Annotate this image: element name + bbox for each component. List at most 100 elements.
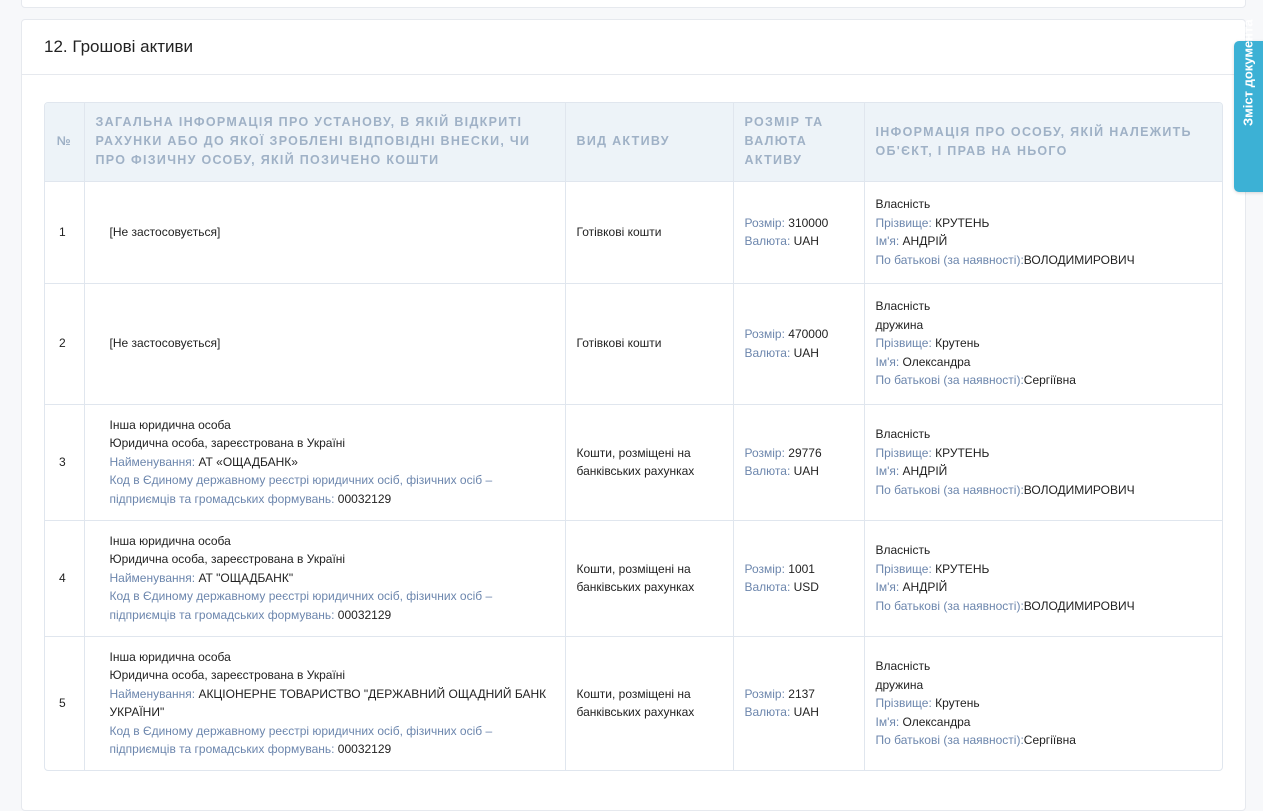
previous-section-card <box>21 0 1246 8</box>
amount-cell: Розмір: 1001 Валюта: USD <box>733 520 865 637</box>
table-row: 1 [Не застосовується] Готівкові кошти Ро… <box>45 181 1222 284</box>
surname-value: КРУТЕНЬ <box>935 561 990 576</box>
size-label: Розмір: <box>744 686 789 701</box>
first-name-label: Ім'я: <box>875 714 903 729</box>
currency-line: Валюта: UAH <box>745 344 853 363</box>
first-name-value: АНДРІЙ <box>902 580 948 594</box>
table-header-row: № Загальна інформація про установу, в як… <box>45 103 1222 182</box>
currency-label: Валюта: <box>744 345 794 360</box>
amount-cell: Розмір: 29776 Валюта: UAH <box>733 404 865 521</box>
size-value: 310000 <box>788 215 829 230</box>
amount-cell: Розмір: 2137 Валюта: UAH <box>733 636 865 770</box>
size-label: Розмір: <box>744 561 789 576</box>
asset-type-cell: Кошти, розміщені на банківських рахунках <box>565 636 734 770</box>
currency-label: Валюта: <box>744 705 794 720</box>
table-row: 4 Інша юридична особа Юридична особа, за… <box>45 520 1222 637</box>
column-header-num: № <box>45 103 85 182</box>
surname-label: Прізвище: <box>875 215 936 230</box>
org-code-label: Код в Єдиному державному реєстрі юридичн… <box>109 589 493 622</box>
size-label: Розмір: <box>744 327 789 341</box>
surname-label: Прізвище: <box>875 696 936 710</box>
org-code-line: Код в Єдиному державному реєстрі юридичн… <box>110 471 554 508</box>
document-contents-tab-label: Зміст документа <box>1240 19 1256 126</box>
size-value: 29776 <box>788 445 822 460</box>
size-value: 470000 <box>788 327 829 341</box>
currency-label: Валюта: <box>744 464 794 478</box>
column-header-asset-type: Вид активу <box>565 103 734 182</box>
size-line: Розмір: 470000 <box>745 325 853 344</box>
first-name-line: Ім'я: Олександра <box>876 353 1212 372</box>
relation: дружина <box>875 677 924 692</box>
amount-cell: Розмір: 470000 Валюта: UAH <box>733 283 865 405</box>
asset-type-cell: Кошти, розміщені на банківських рахунках <box>565 404 734 521</box>
currency-value: UAH <box>793 234 819 248</box>
row-number: 2 <box>45 283 85 405</box>
table-row: 3 Інша юридична особа Юридична особа, за… <box>45 404 1222 521</box>
asset-type-cell: Готівкові кошти <box>565 181 734 284</box>
org-type: Інша юридична особа <box>109 649 231 664</box>
org-code-value: 00032129 <box>337 742 392 757</box>
ownership-type: Власність <box>875 543 931 557</box>
currency-value: USD <box>793 580 819 594</box>
surname-line: Прізвище: КРУТЕНЬ <box>876 214 1212 233</box>
currency-value: UAH <box>793 464 819 478</box>
patronymic-line: По батькові (за наявності):ВОЛОДИМИРОВИЧ <box>876 251 1212 270</box>
owner-cell: Власність Прізвище: КРУТЕНЬ Ім'я: АНДРІЙ… <box>864 181 1222 284</box>
surname-label: Прізвище: <box>875 561 936 576</box>
institution-cell: Інша юридична особа Юридична особа, заре… <box>84 520 566 637</box>
patronymic-value: ВОЛОДИМИРОВИЧ <box>1023 252 1135 267</box>
org-code-value: 00032129 <box>337 607 392 622</box>
first-name-value: АНДРІЙ <box>902 464 948 478</box>
first-name-value: Олександра <box>902 354 971 369</box>
org-name-line: Найменування: АТ "ОЩАДБАНК" <box>110 569 554 588</box>
org-registration: Юридична особа, зареєстрована в Україні <box>109 436 346 451</box>
row-number: 5 <box>45 636 85 770</box>
currency-label: Валюта: <box>744 234 794 248</box>
patronymic-label: По батькові (за наявності): <box>875 373 1024 388</box>
org-code-label: Код в Єдиному державному реєстрі юридичн… <box>109 723 493 757</box>
org-name-label: Найменування: <box>109 570 199 585</box>
surname-line: Прізвище: Крутень <box>876 334 1212 353</box>
first-name-label: Ім'я: <box>875 354 903 369</box>
first-name-value: Олександра <box>902 714 971 729</box>
section-monetary-assets: 12. Грошові активи № Загальна інформація… <box>21 19 1246 811</box>
column-header-owner: Інформація про особу, якій належить об'є… <box>864 103 1222 182</box>
owner-cell: Власність Прізвище: КРУТЕНЬ Ім'я: АНДРІЙ… <box>864 404 1222 521</box>
institution-cell: Інша юридична особа Юридична особа, заре… <box>84 404 566 521</box>
column-header-institution: Загальна інформація про установу, в якій… <box>84 103 566 182</box>
size-value: 2137 <box>788 686 815 701</box>
document-contents-tab[interactable]: Зміст документа <box>1234 19 1263 192</box>
first-name-line: Ім'я: АНДРІЙ <box>876 232 1212 251</box>
owner-cell: Власність Прізвище: КРУТЕНЬ Ім'я: АНДРІЙ… <box>864 520 1222 637</box>
surname-line: Прізвище: Крутень <box>876 694 1212 713</box>
institution-cell: [Не застосовується] <box>84 283 566 405</box>
patronymic-label: По батькові (за наявності): <box>875 598 1024 613</box>
patronymic-line: По батькові (за наявності):Сергіївна <box>876 371 1212 390</box>
currency-value: UAH <box>793 345 819 360</box>
size-label: Розмір: <box>744 215 789 230</box>
first-name-label: Ім'я: <box>875 580 903 594</box>
ownership-type: Власність <box>875 659 931 673</box>
patronymic-line: По батькові (за наявності):ВОЛОДИМИРОВИЧ <box>876 597 1212 616</box>
size-line: Розмір: 29776 <box>745 444 853 463</box>
ownership-type: Власність <box>875 299 931 314</box>
institution-text: [Не застосовується] <box>109 224 221 239</box>
size-line: Розмір: 2137 <box>745 685 853 704</box>
patronymic-value: ВОЛОДИМИРОВИЧ <box>1023 482 1135 497</box>
currency-value: UAH <box>793 705 819 720</box>
first-name-line: Ім'я: Олександра <box>876 713 1212 732</box>
org-type: Інша юридична особа <box>109 417 231 432</box>
surname-value: Крутень <box>935 336 980 351</box>
size-label: Розмір: <box>744 445 789 460</box>
size-line: Розмір: 310000 <box>745 214 853 233</box>
first-name-label: Ім'я: <box>875 464 903 478</box>
institution-cell: [Не застосовується] <box>84 181 566 284</box>
first-name-line: Ім'я: АНДРІЙ <box>876 578 1212 597</box>
institution-text: [Не застосовується] <box>109 336 221 351</box>
relation: дружина <box>875 317 924 332</box>
patronymic-label: По батькові (за наявності): <box>875 252 1024 267</box>
row-number: 4 <box>45 520 85 637</box>
currency-line: Валюта: USD <box>745 578 853 597</box>
first-name-label: Ім'я: <box>875 234 903 248</box>
table-row: 2 [Не застосовується] Готівкові кошти Ро… <box>45 283 1222 405</box>
